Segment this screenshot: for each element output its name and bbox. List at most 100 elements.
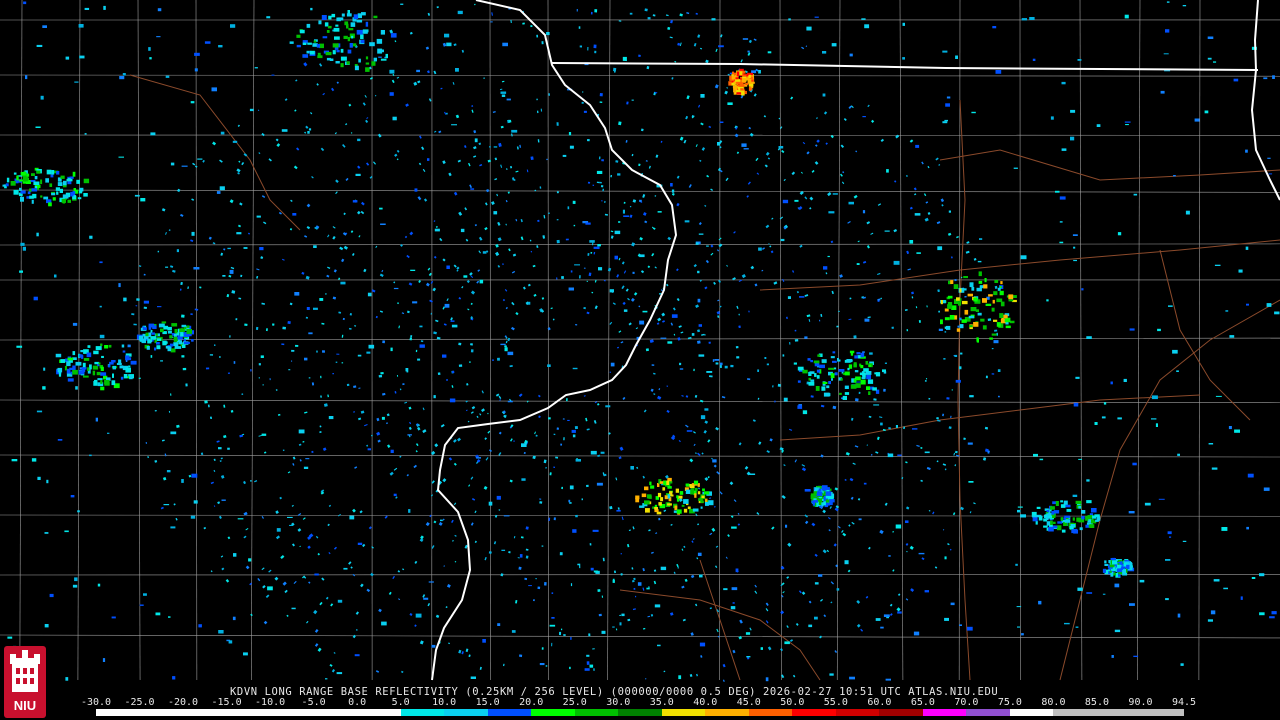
echo-pixel — [934, 566, 938, 569]
county-line — [0, 189, 1280, 193]
echo-pixel — [818, 319, 821, 322]
echo-pixel — [756, 172, 760, 175]
echo-pixel — [667, 494, 671, 499]
echo-pixel — [435, 225, 438, 228]
echo-pixel — [236, 232, 242, 235]
echo-pixel — [1048, 515, 1053, 518]
echo-pixel — [444, 303, 450, 308]
echo-pixel — [866, 386, 871, 390]
echo-pixel — [1085, 515, 1089, 521]
echo-pixel — [350, 22, 356, 27]
echo-pixel — [984, 426, 989, 430]
echo-pixel — [7, 636, 13, 639]
echo-pixel — [856, 352, 861, 355]
echo-pixel — [947, 232, 952, 236]
echo-pixel — [42, 386, 46, 390]
echo-pixel — [586, 311, 590, 315]
echo-pixel — [869, 352, 873, 355]
echo-pixel — [294, 109, 297, 112]
echo-pixel — [669, 612, 674, 616]
echo-pixel — [713, 464, 717, 468]
echo-pixel — [764, 356, 767, 359]
echo-pixel — [825, 502, 830, 506]
echo-pixel — [378, 56, 382, 58]
echo-pixel — [121, 344, 125, 348]
echo-pixel — [1151, 395, 1158, 400]
echo-pixel — [773, 281, 778, 285]
colorbar-tick-label: 85.0 — [1084, 697, 1109, 708]
echo-pixel — [346, 383, 350, 387]
echo-pixel — [375, 315, 378, 319]
echo-pixel — [906, 329, 909, 332]
echo-pixel — [364, 94, 367, 98]
echo-pixel — [627, 618, 631, 622]
echo-pixel — [1073, 529, 1078, 534]
echo-pixel — [479, 164, 483, 167]
echo-pixel — [828, 529, 831, 532]
echo-pixel — [590, 450, 597, 455]
echo-pixel — [765, 224, 770, 229]
echo-pixel — [451, 370, 455, 374]
echo-pixel — [946, 325, 951, 330]
echo-pixel — [780, 610, 785, 615]
echo-pixel — [947, 304, 953, 309]
echo-pixel — [150, 336, 157, 340]
echo-pixel — [622, 56, 627, 61]
echo-pixel — [615, 628, 618, 631]
echo-pixel — [222, 275, 226, 277]
echo-pixel — [1020, 255, 1027, 260]
echo-pixel — [440, 87, 443, 90]
echo-pixel — [223, 434, 227, 439]
colorbar-tick-label: 90.0 — [1128, 697, 1153, 708]
colorbar-swatch — [748, 709, 793, 716]
echo-pixel — [197, 158, 203, 160]
echo-pixel — [393, 281, 396, 284]
echo-pixel — [497, 623, 501, 626]
echo-pixel — [704, 204, 707, 207]
echo-pixel — [789, 639, 794, 642]
echo-pixel — [818, 488, 822, 492]
echo-pixel — [341, 13, 345, 17]
echo-pixel — [848, 201, 854, 205]
echo-pixel — [897, 454, 902, 457]
echo-pixel — [682, 618, 686, 622]
echo-pixel — [311, 382, 315, 386]
echo-pixel — [232, 616, 236, 621]
echo-pixel — [1246, 526, 1249, 530]
echo-pixel — [720, 34, 723, 38]
echo-pixel — [262, 585, 266, 589]
echo-pixel — [693, 263, 697, 268]
echo-pixel — [639, 237, 643, 241]
echo-pixel — [649, 481, 652, 486]
echo-pixel — [815, 386, 820, 391]
echo-pixel — [203, 526, 207, 530]
echo-pixel — [1092, 515, 1097, 519]
echo-pixel — [646, 587, 650, 590]
niu-logo-text: NIU — [14, 698, 36, 713]
echo-pixel — [856, 623, 861, 628]
echo-pixel — [19, 187, 22, 191]
echo-pixel — [239, 202, 243, 206]
echo-pixel — [343, 35, 348, 39]
echo-pixel — [1089, 524, 1095, 528]
echo-pixel — [170, 348, 176, 353]
echo-pixel — [532, 264, 536, 268]
echo-pixel — [926, 305, 928, 308]
echo-pixel — [830, 240, 834, 244]
echo-pixel — [446, 42, 452, 47]
echo-pixel — [404, 235, 408, 239]
echo-pixel — [579, 564, 581, 569]
echo-pixel — [558, 631, 562, 636]
echo-pixel — [868, 546, 871, 550]
echo-pixel — [842, 395, 847, 400]
echo-pixel — [1263, 487, 1270, 491]
echo-pixel — [286, 614, 289, 618]
echo-pixel — [497, 221, 501, 226]
echo-pixel — [833, 543, 837, 547]
echo-pixel — [1039, 458, 1044, 461]
echo-pixel — [321, 15, 327, 20]
echo-pixel — [220, 555, 224, 558]
echo-pixel — [707, 475, 710, 479]
echo-pixel — [782, 199, 789, 204]
echo-pixel — [449, 398, 456, 403]
